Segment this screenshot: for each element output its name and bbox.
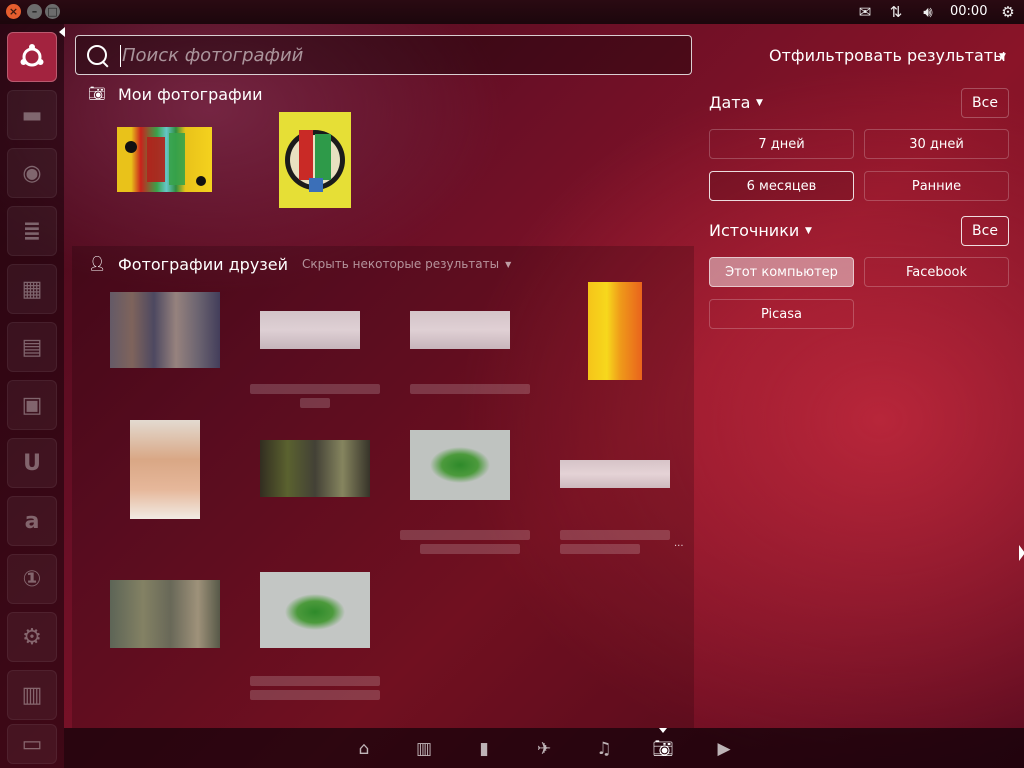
- power-icon[interactable]: ⚙: [998, 3, 1018, 21]
- launcher-workspaces[interactable]: ▥: [7, 670, 57, 720]
- firefox-icon: ◉: [22, 160, 42, 186]
- files-lens-icon[interactable]: ▮: [473, 738, 495, 760]
- photo-thumbnail[interactable]: [410, 311, 510, 349]
- my-photos-title: Мои фотографии: [118, 84, 263, 104]
- chevron-down-icon[interactable]: ▼: [999, 52, 1006, 62]
- my-photos-header[interactable]: 📷︎ Мои фотографии: [88, 84, 263, 104]
- photo-thumbnail[interactable]: [260, 572, 370, 648]
- ubuntu-logo-icon: [7, 32, 57, 82]
- search-input[interactable]: [122, 36, 682, 74]
- network-icon[interactable]: ⇅: [886, 3, 906, 21]
- folder-icon: ▬: [21, 102, 43, 128]
- home-lens-icon[interactable]: ⌂: [353, 738, 375, 760]
- date-30-days-button[interactable]: 30 дней: [864, 129, 1009, 159]
- photo-thumbnail[interactable]: [260, 311, 360, 349]
- more-indicator: ...: [674, 538, 684, 549]
- photo-thumbnail[interactable]: [130, 420, 200, 519]
- amazon-icon: a: [24, 508, 40, 534]
- friends-photos-header[interactable]: 👤︎ Фотографии друзей Скрыть некоторые ре…: [88, 254, 511, 274]
- photo-thumbnail[interactable]: [560, 460, 670, 488]
- chevron-down-icon[interactable]: ▼: [505, 260, 511, 269]
- photo-caption: [560, 530, 670, 540]
- maximize-button[interactable]: □: [45, 4, 60, 19]
- sources-all-button[interactable]: Все: [961, 216, 1009, 246]
- chevron-down-icon[interactable]: ▼: [756, 98, 763, 108]
- workspaces-icon: ▥: [21, 682, 43, 708]
- date-earlier-button[interactable]: Ранние: [864, 171, 1009, 201]
- launcher-system-settings[interactable]: ⚙: [7, 612, 57, 662]
- writer-icon: ≣: [22, 218, 42, 244]
- mail-icon[interactable]: ✉: [855, 3, 875, 21]
- photo-caption: [250, 676, 380, 686]
- ubuntu-one-music-icon: ①: [22, 566, 42, 592]
- sources-filter-label[interactable]: Источники: [709, 221, 799, 240]
- photo-thumbnail[interactable]: [279, 112, 351, 208]
- photo-thumbnail[interactable]: [117, 127, 212, 192]
- date-all-button[interactable]: Все: [961, 88, 1009, 118]
- volume-icon[interactable]: 🔊︎: [918, 3, 938, 21]
- source-picasa-button[interactable]: Picasa: [709, 299, 854, 329]
- minimize-button[interactable]: –: [27, 4, 42, 19]
- launcher-trash[interactable]: ▭: [7, 724, 57, 764]
- photo-caption: [300, 398, 330, 408]
- trash-icon: ▭: [21, 731, 43, 757]
- friends-photos-title: Фотографии друзей: [118, 254, 289, 274]
- launcher-firefox[interactable]: ◉: [7, 148, 57, 198]
- source-facebook-button[interactable]: Facebook: [864, 257, 1009, 287]
- date-6-months-button[interactable]: 6 месяцев: [709, 171, 854, 201]
- photo-thumbnail[interactable]: [588, 282, 642, 380]
- photo-thumbnail[interactable]: [260, 440, 370, 497]
- mouse-cursor-icon: [1019, 545, 1024, 561]
- launcher-software-center[interactable]: ▣: [7, 380, 57, 430]
- applications-lens-icon[interactable]: ▥: [413, 738, 435, 760]
- launcher-impress[interactable]: ▤: [7, 322, 57, 372]
- close-button[interactable]: ×: [6, 4, 21, 19]
- photo-caption: [250, 690, 380, 700]
- source-this-computer-button[interactable]: Этот компьютер: [709, 257, 854, 287]
- video-lens-icon[interactable]: ▶: [713, 738, 735, 760]
- launcher-calc[interactable]: ▦: [7, 264, 57, 314]
- launcher-writer[interactable]: ≣: [7, 206, 57, 256]
- clock[interactable]: 00:00: [950, 3, 990, 21]
- chevron-down-icon[interactable]: ▼: [805, 226, 812, 236]
- search-icon: [87, 45, 107, 65]
- launcher: ▬ ◉ ≣ ▦ ▤ ▣ U a ① ⚙ ▥ ▭: [0, 24, 64, 768]
- photo-caption: [420, 544, 520, 554]
- launcher-active-arrow-icon: [59, 27, 65, 37]
- ubuntu-one-icon: U: [23, 450, 41, 476]
- photo-caption: [250, 384, 380, 394]
- launcher-files[interactable]: ▬: [7, 90, 57, 140]
- software-center-icon: ▣: [21, 392, 43, 418]
- photo-thumbnail[interactable]: [110, 292, 220, 368]
- date-7-days-button[interactable]: 7 дней: [709, 129, 854, 159]
- camera-icon: 📷︎: [88, 86, 106, 102]
- top-panel: × – □ ✉ ⇅ 🔊︎ 00:00 ⚙: [0, 0, 1024, 24]
- search-box[interactable]: [75, 35, 692, 75]
- date-filter-label[interactable]: Дата: [709, 93, 750, 112]
- launcher-amazon[interactable]: a: [7, 496, 57, 546]
- photo-thumbnail[interactable]: [110, 580, 220, 648]
- active-lens-indicator-icon: [659, 728, 667, 733]
- filter-results-toggle[interactable]: Отфильтровать результаты: [769, 46, 1006, 65]
- calc-icon: ▦: [21, 276, 43, 302]
- launcher-ubuntu-one-music[interactable]: ①: [7, 554, 57, 604]
- text-cursor: [120, 45, 121, 67]
- friends-icon: 👤︎: [88, 256, 106, 272]
- impress-icon: ▤: [21, 334, 43, 360]
- launcher-ubuntu-one[interactable]: U: [7, 438, 57, 488]
- social-lens-icon[interactable]: ✈: [533, 738, 555, 760]
- photo-caption: [400, 530, 530, 540]
- music-lens-icon[interactable]: ♫: [593, 738, 615, 760]
- photo-thumbnail[interactable]: [410, 430, 510, 500]
- photos-lens-icon[interactable]: 📷︎: [652, 738, 674, 760]
- settings-icon: ⚙: [22, 624, 42, 650]
- photo-caption: [560, 544, 640, 554]
- ubuntu-home-button[interactable]: [7, 32, 57, 82]
- hide-results-link[interactable]: Скрыть некоторые результаты: [302, 257, 499, 271]
- photo-caption: [410, 384, 530, 394]
